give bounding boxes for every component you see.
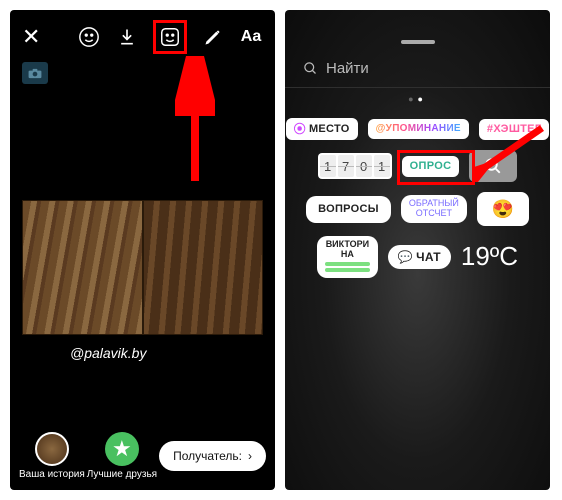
- camera-roll-icon[interactable]: [22, 62, 48, 84]
- download-icon[interactable]: [115, 25, 139, 49]
- text-tool-icon[interactable]: Aa: [239, 25, 263, 49]
- location-sticker[interactable]: ⦿МЕСТО: [286, 118, 358, 140]
- quiz-sticker[interactable]: ВИКТОРИ НА: [317, 236, 378, 278]
- search-placeholder: Найти: [326, 60, 369, 77]
- countdown-sticker[interactable]: ОБРАТНЫЙ ОТСЧЕТ: [401, 195, 467, 223]
- page-indicator: ●●: [285, 88, 550, 108]
- face-filter-icon[interactable]: [77, 25, 101, 49]
- top-toolbar: ✕ Aa: [10, 10, 275, 60]
- gif-search-sticker[interactable]: [469, 150, 517, 182]
- chat-sticker[interactable]: 💬ЧАТ: [388, 245, 451, 269]
- chat-bubble-icon: 💬: [398, 251, 413, 263]
- sticker-search[interactable]: Найти: [285, 56, 550, 88]
- annotation-arrow-left: [175, 56, 215, 186]
- time-sticker[interactable]: 1 7 0 1: [318, 153, 392, 179]
- chevron-right-icon: ›: [248, 449, 252, 463]
- temperature-sticker[interactable]: 19ºC: [461, 241, 518, 272]
- drawer-handle[interactable]: [401, 40, 435, 44]
- close-icon[interactable]: ✕: [22, 24, 40, 50]
- hashtag-sticker[interactable]: #ХЭШТЕГ: [479, 119, 549, 140]
- sticker-grid: ⦿МЕСТО @УПОМИНАНИЕ #ХЭШТЕГ 1 7 0 1 ОПРОС…: [285, 108, 550, 288]
- pin-icon: ⦿: [294, 123, 306, 135]
- recipient-button[interactable]: Получатель:›: [159, 441, 266, 471]
- bottom-bar: Ваша история ★ Лучшие друзья Получатель:…: [10, 432, 275, 480]
- close-friends-button[interactable]: ★ Лучшие друзья: [87, 432, 157, 480]
- mention-sticker[interactable]: @УПОМИНАНИЕ: [368, 119, 469, 139]
- stickers-icon[interactable]: [153, 20, 187, 54]
- search-icon: [303, 61, 318, 76]
- story-editor-screen: ✕ Aa @palavik.by В: [10, 10, 275, 490]
- draw-icon[interactable]: [201, 25, 225, 49]
- emoji-slider-sticker[interactable]: 😍: [477, 192, 529, 226]
- search-icon: [484, 157, 502, 175]
- your-story-button[interactable]: Ваша история: [19, 432, 85, 480]
- story-media-preview[interactable]: [22, 200, 263, 335]
- sticker-drawer-screen: Найти ●● ⦿МЕСТО @УПОМИНАНИЕ #ХЭШТЕГ 1 7 …: [285, 10, 550, 490]
- annotation-highlight-right: [397, 150, 475, 185]
- questions-sticker[interactable]: ВОПРОСЫ: [306, 196, 391, 223]
- caption-mention[interactable]: @palavik.by: [70, 345, 146, 361]
